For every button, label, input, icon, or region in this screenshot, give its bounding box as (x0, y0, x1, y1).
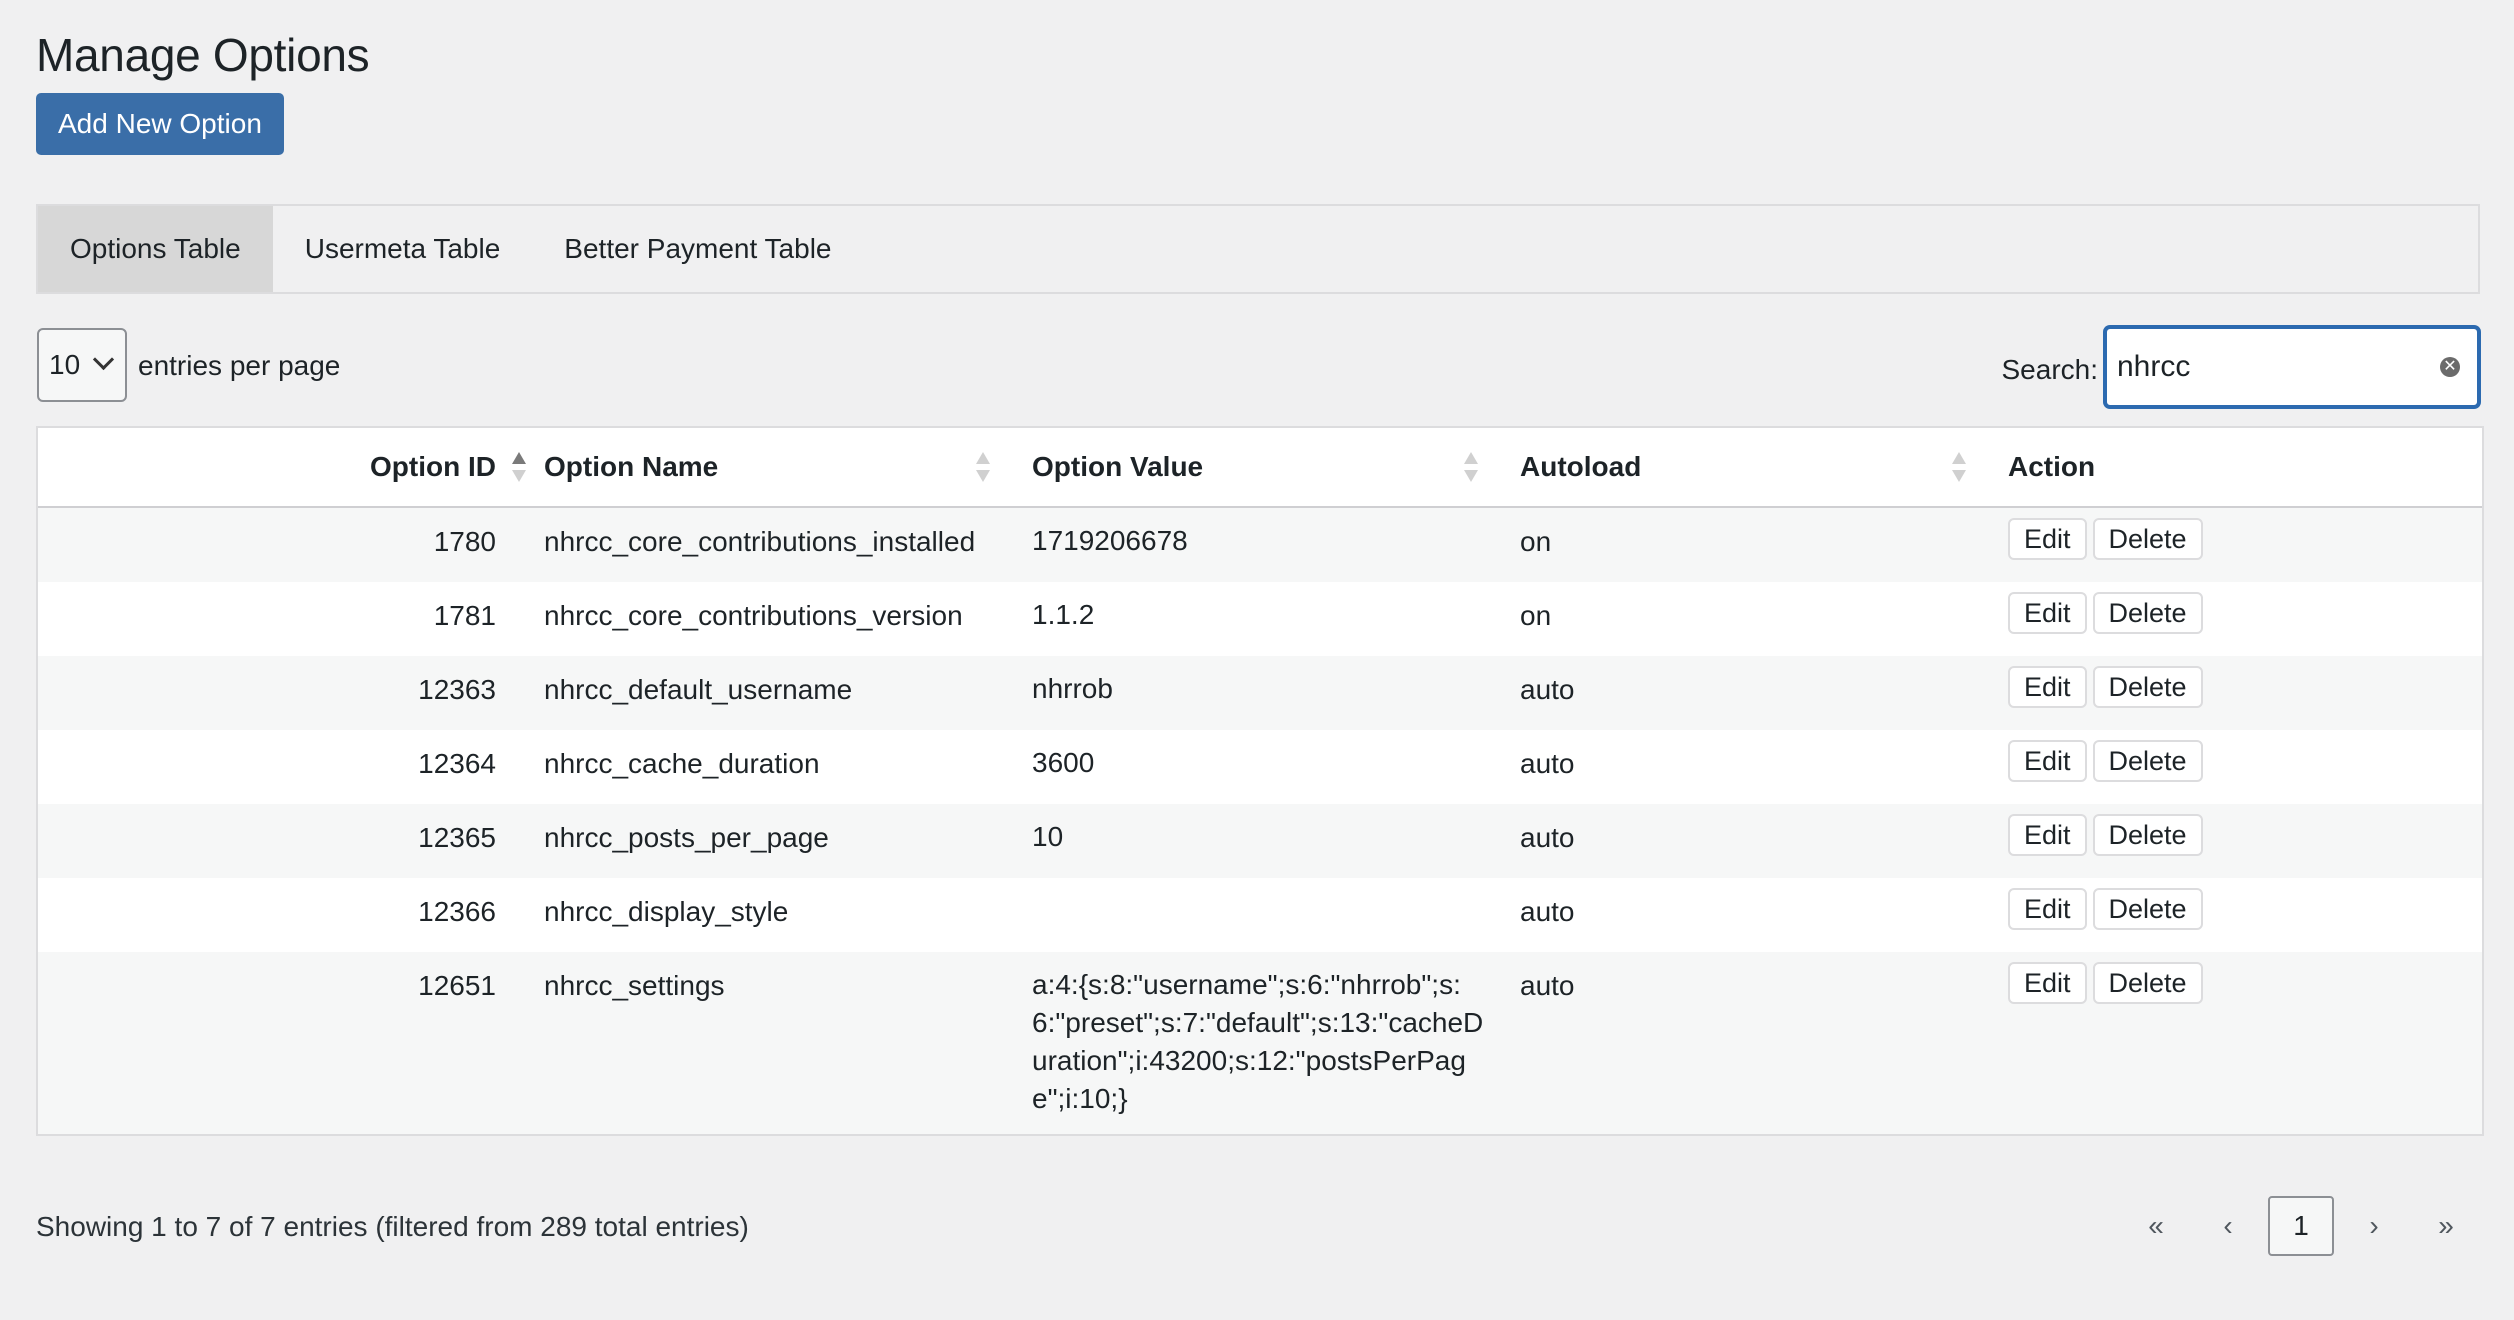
option-id-cell: 12364 (418, 748, 496, 779)
option-id-cell: 12366 (418, 896, 496, 927)
action-cell: Edit Delete (2000, 804, 2482, 878)
previous-page-button[interactable]: ‹ (2192, 1210, 2264, 1242)
pagination: « ‹ 1 › » (2120, 1196, 2482, 1256)
option-id-cell: 1781 (433, 600, 496, 631)
entries-per-page-select[interactable]: 10 (37, 328, 127, 402)
edit-button[interactable]: Edit (2008, 740, 2087, 782)
tab-usermeta-table[interactable]: Usermeta Table (273, 206, 533, 292)
option-value-text: 10 (1032, 821, 1064, 852)
table-info: Showing 1 to 7 of 7 entries (filtered fr… (36, 1211, 749, 1242)
action-cell: Edit Delete (2000, 952, 2482, 1134)
action-cell: Edit Delete (2000, 656, 2482, 730)
option-name-cell: nhrcc_core_contributions_installed (544, 526, 976, 557)
action-cell: Edit Delete (2000, 730, 2482, 804)
option-value-cell: 3600 (1024, 730, 1512, 804)
option-name-cell: nhrcc_cache_duration (544, 748, 820, 779)
table-row: 12364 nhrcc_cache_duration 3600 auto Edi… (38, 730, 2482, 804)
edit-button[interactable]: Edit (2008, 666, 2087, 708)
option-name-cell: nhrcc_display_style (544, 896, 789, 927)
add-new-option-button[interactable]: Add New Option (36, 93, 284, 155)
options-table: Option ID Option Name Option Value Autol… (36, 426, 2484, 1136)
delete-button[interactable]: Delete (2092, 888, 2203, 930)
option-name-cell: nhrcc_core_contributions_version (544, 600, 963, 631)
autoload-cell: auto (1520, 970, 1575, 1001)
edit-button[interactable]: Edit (2008, 518, 2087, 560)
option-value-cell: 1.1.2 (1024, 582, 1512, 656)
header-option-name[interactable]: Option Name (536, 428, 1024, 508)
option-value-cell: 1719206678 (1024, 507, 1512, 582)
tab-options-table[interactable]: Options Table (38, 206, 273, 292)
header-autoload[interactable]: Autoload (1512, 428, 2000, 508)
option-name-cell: nhrcc_default_username (544, 674, 853, 705)
option-id-cell: 12651 (418, 970, 496, 1001)
table-row: 12365 nhrcc_posts_per_page 10 auto Edit … (38, 804, 2482, 878)
delete-button[interactable]: Delete (2092, 814, 2203, 856)
autoload-cell: auto (1520, 896, 1575, 927)
entries-per-page-label: entries per page (138, 350, 341, 381)
autoload-cell: auto (1520, 822, 1575, 853)
header-option-value[interactable]: Option Value (1024, 428, 1512, 508)
option-value-text: nhrrob (1032, 673, 1113, 704)
table-row: 12651 nhrcc_settings a:4:{s:8:"username"… (38, 952, 2482, 1134)
option-value-text: 3600 (1032, 747, 1095, 778)
edit-button[interactable]: Edit (2008, 592, 2087, 634)
delete-button[interactable]: Delete (2092, 666, 2203, 708)
entries-per-page-value: 10 (49, 349, 81, 380)
next-page-button[interactable]: › (2338, 1210, 2410, 1242)
header-action: Action (2000, 428, 2482, 508)
table-controls: 10 entries per page Search: ✕ (36, 326, 2480, 408)
header-option-value-label: Option Value (1032, 451, 1204, 482)
option-id-cell: 1780 (433, 526, 496, 557)
option-value-text: 1719206678 (1032, 525, 1188, 556)
option-value-cell (1024, 878, 1512, 952)
option-value-text: 1.1.2 (1032, 599, 1095, 630)
delete-button[interactable]: Delete (2092, 592, 2203, 634)
header-autoload-label: Autoload (1520, 451, 1642, 482)
table-header-row: Option ID Option Name Option Value Autol… (38, 428, 2482, 508)
autoload-cell: on (1520, 526, 1552, 557)
edit-button[interactable]: Edit (2008, 814, 2087, 856)
sort-icon (1464, 452, 1478, 486)
edit-button[interactable]: Edit (2008, 888, 2087, 930)
option-name-cell: nhrcc_posts_per_page (544, 822, 829, 853)
page-title: Manage Options (36, 29, 370, 81)
edit-button[interactable]: Edit (2008, 962, 2087, 1004)
delete-button[interactable]: Delete (2092, 740, 2203, 782)
first-page-button[interactable]: « (2120, 1210, 2192, 1242)
option-value-text: a:4:{s:8:"username";s:6:"nhrrob";s:6:"pr… (1032, 969, 1484, 1114)
header-option-id-label: Option ID (370, 451, 496, 482)
current-page-button[interactable]: 1 (2268, 1196, 2334, 1256)
delete-button[interactable]: Delete (2092, 518, 2203, 560)
autoload-cell: auto (1520, 674, 1575, 705)
option-value-cell: a:4:{s:8:"username";s:6:"nhrrob";s:6:"pr… (1024, 952, 1512, 1134)
table-tabs: Options Table Usermeta Table Better Paym… (36, 204, 2480, 294)
table-row: 1780 nhrcc_core_contributions_installed … (38, 507, 2482, 582)
last-page-button[interactable]: » (2410, 1210, 2482, 1242)
search-input[interactable] (2104, 326, 2480, 408)
autoload-cell: auto (1520, 748, 1575, 779)
action-cell: Edit Delete (2000, 507, 2482, 582)
action-cell: Edit Delete (2000, 582, 2482, 656)
header-option-name-label: Option Name (544, 451, 719, 482)
table-row: 1781 nhrcc_core_contributions_version 1.… (38, 582, 2482, 656)
autoload-cell: on (1520, 600, 1552, 631)
option-value-cell: 10 (1024, 804, 1512, 878)
tab-better-payment-table[interactable]: Better Payment Table (532, 206, 863, 292)
chevron-down-icon (92, 348, 115, 371)
option-value-cell: nhrrob (1024, 656, 1512, 730)
header-option-id[interactable]: Option ID (38, 428, 536, 508)
sort-asc-icon (512, 452, 526, 486)
delete-button[interactable]: Delete (2092, 962, 2203, 1004)
sort-icon (976, 452, 990, 486)
option-id-cell: 12365 (418, 822, 496, 853)
search-label: Search: (2001, 354, 2099, 385)
option-id-cell: 12363 (418, 674, 496, 705)
header-action-label: Action (2008, 451, 2096, 482)
action-cell: Edit Delete (2000, 878, 2482, 952)
table-row: 12366 nhrcc_display_style auto Edit Dele… (38, 878, 2482, 952)
option-name-cell: nhrcc_settings (544, 970, 725, 1001)
clear-search-icon[interactable]: ✕ (2440, 357, 2460, 377)
table-row: 12363 nhrcc_default_username nhrrob auto… (38, 656, 2482, 730)
sort-icon (1952, 452, 1966, 486)
